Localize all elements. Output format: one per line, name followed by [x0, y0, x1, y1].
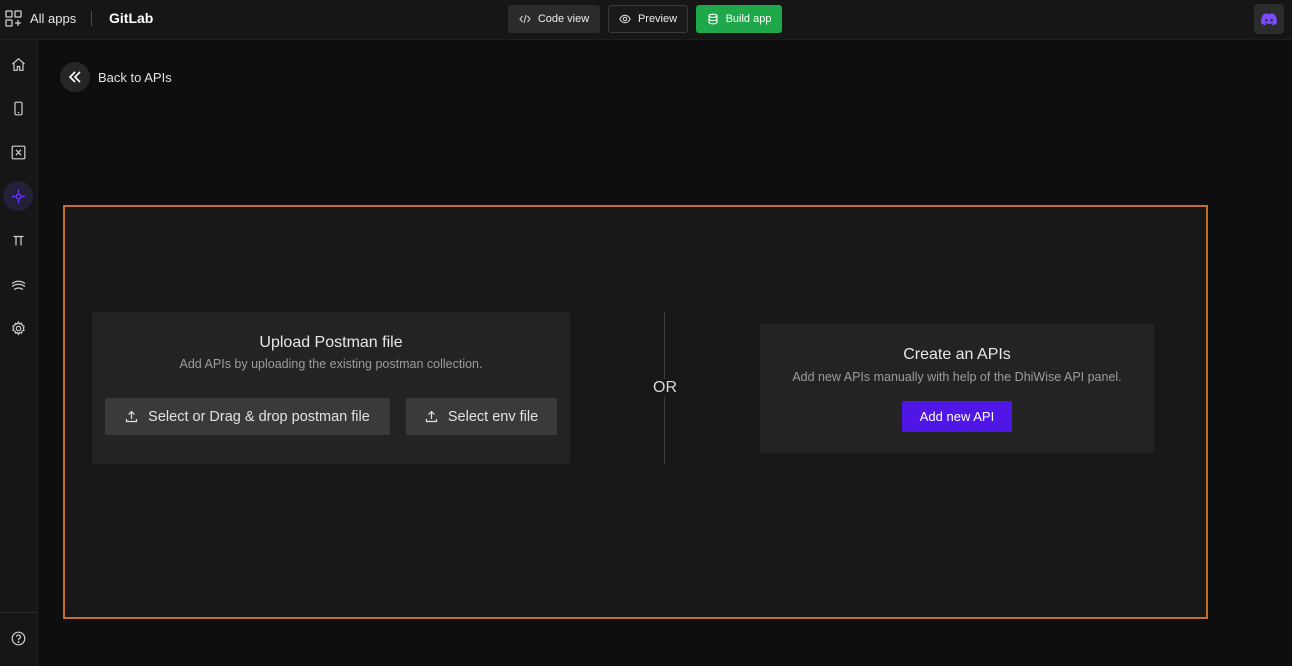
sidebar-item-apis[interactable] — [3, 181, 33, 211]
sidebar-item-constants[interactable] — [3, 225, 33, 255]
pi-constant-icon — [13, 235, 23, 245]
code-view-label: Code view — [537, 13, 590, 25]
sidebar-item-integrations[interactable] — [3, 269, 33, 299]
upload-postman-card: Upload Postman file Add APIs by uploadin… — [92, 312, 570, 464]
sidebar-item-settings[interactable] — [3, 313, 33, 343]
gear-icon — [11, 320, 25, 336]
sidebar-divider — [0, 612, 38, 613]
back-button[interactable] — [60, 62, 90, 92]
or-label: OR — [645, 379, 685, 397]
preview-button[interactable]: Preview — [608, 5, 688, 33]
select-postman-file-button[interactable]: Select or Drag & drop postman file — [105, 398, 390, 435]
preview-label: Preview — [637, 13, 678, 25]
top-bar: All apps GitLab Code view Preview Build … — [0, 0, 1292, 40]
build-app-label: Build app — [725, 13, 772, 25]
double-chevron-left-icon — [68, 71, 81, 83]
eye-icon — [619, 14, 631, 24]
select-env-file-button[interactable]: Select env file — [406, 398, 557, 435]
add-new-api-button[interactable]: Add new API — [902, 401, 1012, 432]
home-icon — [11, 57, 25, 71]
sidebar-item-screens[interactable] — [3, 93, 33, 123]
all-apps-link[interactable]: All apps — [5, 10, 76, 27]
layers-icon — [11, 280, 25, 290]
help-icon — [11, 631, 25, 645]
variable-icon — [11, 145, 25, 159]
back-to-apis-link[interactable]: Back to APIs — [60, 62, 172, 92]
select-postman-file-label: Select or Drag & drop postman file — [148, 408, 370, 425]
title-divider — [91, 11, 92, 26]
code-icon — [519, 14, 531, 24]
app-name: GitLab — [109, 10, 154, 26]
build-app-button[interactable]: Build app — [696, 5, 782, 33]
sidebar-item-home[interactable] — [3, 49, 33, 79]
all-apps-label: All apps — [30, 11, 77, 26]
create-api-card: Create an APIs Add new APIs manually wit… — [760, 324, 1154, 453]
discord-icon — [1261, 12, 1277, 25]
api-integration-icon — [11, 189, 25, 203]
apps-grid-icon — [5, 10, 22, 27]
upload-subtitle: Add APIs by uploading the existing postm… — [179, 357, 483, 371]
upload-icon — [425, 410, 437, 423]
create-title: Create an APIs — [903, 346, 1011, 363]
upload-icon — [126, 410, 138, 423]
select-env-file-label: Select env file — [447, 408, 539, 425]
back-label: Back to APIs — [98, 69, 172, 85]
left-sidebar — [0, 40, 38, 666]
database-icon — [708, 13, 718, 25]
discord-button[interactable] — [1254, 4, 1284, 34]
code-view-button[interactable]: Code view — [508, 5, 600, 33]
mobile-screen-icon — [13, 101, 23, 115]
sidebar-item-help[interactable] — [3, 623, 33, 653]
upload-title: Upload Postman file — [259, 334, 403, 351]
sidebar-item-variables[interactable] — [3, 137, 33, 167]
create-subtitle: Add new APIs manually with help of the D… — [792, 370, 1122, 384]
